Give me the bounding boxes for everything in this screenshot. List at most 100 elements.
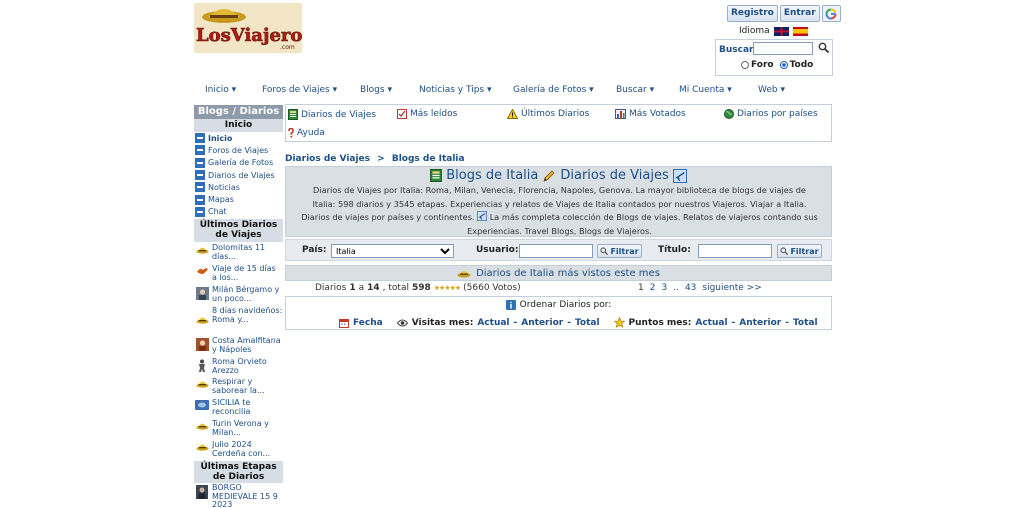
etapa-item[interactable]: BORGO MEDIEVALE 15 9 2023 bbox=[194, 483, 283, 508]
filtrar-usuario-button[interactable]: Filtrar bbox=[597, 244, 642, 258]
sidebar-item-foros[interactable]: Foros de Viajes bbox=[194, 144, 283, 156]
flag-uk-icon[interactable] bbox=[773, 26, 789, 36]
tab-ayuda[interactable]: Ayuda bbox=[288, 128, 325, 138]
votes-count: (5660 Votos) bbox=[463, 283, 521, 293]
diary-item[interactable]: Roma Orvieto Arezzo bbox=[194, 357, 283, 378]
order-title: Ordenar Diarios por: bbox=[519, 300, 612, 310]
total-value: 598 bbox=[411, 283, 431, 293]
sidebar-item-diarios[interactable]: Diarios de Viajes bbox=[194, 169, 283, 181]
page-1[interactable]: 1 bbox=[638, 283, 644, 293]
sidebar-item-inicio[interactable]: Inicio bbox=[194, 132, 283, 144]
visitas-anterior-link[interactable]: Anterior bbox=[521, 318, 563, 328]
sidebar-item-noticias[interactable]: Noticias bbox=[194, 181, 283, 193]
order-fecha-link[interactable]: Fecha bbox=[353, 318, 383, 328]
titulo-input[interactable] bbox=[698, 244, 772, 258]
search-icon[interactable] bbox=[818, 42, 830, 56]
diary-item[interactable]: Turin Verona y Milan... bbox=[194, 419, 283, 441]
sidebar-title: Blogs / Diarios bbox=[194, 105, 283, 119]
puntos-total-link[interactable]: Total bbox=[793, 318, 818, 328]
diary-item[interactable]: Respirar y saborear la... bbox=[194, 377, 283, 399]
page-2[interactable]: 2 bbox=[650, 283, 656, 293]
sidebar-item-label: Noticias bbox=[208, 182, 240, 192]
diary-item[interactable]: Costa Amalfitana y Nápoles bbox=[194, 336, 283, 358]
pais-select[interactable]: Italia bbox=[331, 244, 454, 258]
nav-blogs[interactable]: Blogs ▾ bbox=[360, 85, 392, 95]
diary-item[interactable]: SICILIA te reconcilia bbox=[194, 398, 283, 420]
square-icon bbox=[195, 194, 205, 205]
bar-chart-icon bbox=[615, 109, 626, 119]
pais-label: País: bbox=[302, 245, 327, 255]
puntos-anterior-link[interactable]: Anterior bbox=[739, 318, 781, 328]
flag-es-icon[interactable] bbox=[792, 26, 808, 36]
diary-item[interactable]: Viaje de 15 días a los... bbox=[194, 264, 283, 286]
hat-icon bbox=[195, 378, 209, 399]
diary-item[interactable]: Dolomitas 11 días... bbox=[194, 243, 283, 265]
radio-todo-label: Todo bbox=[789, 60, 814, 70]
help-icon bbox=[288, 128, 294, 138]
map-icon bbox=[195, 399, 209, 420]
breadcrumb-diarios[interactable]: Diarios de Viajes bbox=[285, 154, 370, 164]
nav-inicio[interactable]: Inicio ▾ bbox=[205, 85, 236, 95]
tab-mas-leidos[interactable]: Más leídos bbox=[397, 109, 457, 119]
page-ellipsis: .. bbox=[673, 283, 679, 293]
nav-foros[interactable]: Foros de Viajes ▾ bbox=[262, 85, 337, 95]
sidebar-item-mapas[interactable]: Mapas bbox=[194, 193, 283, 205]
google-login-button[interactable] bbox=[821, 5, 841, 22]
search-icon bbox=[780, 247, 789, 255]
search-input[interactable] bbox=[753, 42, 813, 55]
book-icon bbox=[430, 169, 443, 182]
tab-diarios-por-paises[interactable]: Diarios por países bbox=[724, 109, 818, 119]
visitas-total-link[interactable]: Total bbox=[575, 318, 600, 328]
radio-foro[interactable]: Foro bbox=[741, 60, 774, 70]
page-title-blogs: Blogs de Italia bbox=[446, 168, 539, 183]
diary-item[interactable]: 8 días navideños: Roma y... bbox=[194, 306, 283, 337]
diary-title: Costa Amalfitana y Nápoles bbox=[212, 336, 281, 354]
diary-item[interactable]: Milán Bérgamo y un poco... bbox=[194, 285, 283, 307]
hat-icon bbox=[195, 420, 209, 441]
sidebar-item-chat[interactable]: Chat bbox=[194, 206, 283, 218]
entrar-button[interactable]: Entrar bbox=[779, 5, 820, 22]
nav-buscar[interactable]: Buscar ▾ bbox=[616, 85, 654, 95]
tab-ultimos-diarios[interactable]: Últimos Diarios bbox=[507, 109, 589, 119]
nav-noticias[interactable]: Noticias y Tips ▾ bbox=[419, 85, 491, 95]
intro-line-3: Diarios de viajes por países y continent… bbox=[288, 211, 831, 225]
diary-item[interactable]: Julio 2024 Cerdeña con... bbox=[194, 440, 283, 461]
nav-galeria[interactable]: Galería de Fotos ▾ bbox=[513, 85, 594, 95]
sidebar-item-label: Inicio bbox=[208, 133, 233, 143]
plane-icon bbox=[672, 168, 687, 183]
range-from: 1 bbox=[349, 283, 356, 293]
puntos-mes-label: Puntos mes: bbox=[628, 317, 692, 328]
pagination: 1 2 3 .. 43 siguiente >> bbox=[638, 283, 762, 293]
square-icon bbox=[195, 157, 205, 168]
calendar-icon bbox=[339, 318, 349, 328]
site-logo[interactable]: LosViajeros .com bbox=[194, 3, 313, 53]
registro-button[interactable]: Registro bbox=[727, 5, 778, 22]
hat-icon bbox=[457, 270, 471, 278]
nav-web[interactable]: Web ▾ bbox=[758, 85, 785, 95]
visitas-mes-label: Visitas mes: bbox=[411, 317, 474, 328]
page-43[interactable]: 43 bbox=[685, 283, 696, 293]
diary-title: Dolomitas 11 días... bbox=[212, 243, 266, 261]
radio-foro-dot bbox=[741, 61, 749, 69]
filtrar-label: Filtrar bbox=[790, 246, 819, 256]
plane-icon bbox=[477, 211, 488, 222]
tab-mas-votados[interactable]: Más Votados bbox=[615, 109, 686, 119]
total-label: , total bbox=[382, 283, 409, 293]
page-3[interactable]: 3 bbox=[661, 283, 667, 293]
nav-mi-cuenta[interactable]: Mi Cuenta ▾ bbox=[679, 85, 732, 95]
page-title: Blogs de Italia Diarios de Viajes bbox=[286, 168, 831, 183]
usuario-input[interactable] bbox=[519, 244, 593, 258]
filtrar-titulo-button[interactable]: Filtrar bbox=[777, 244, 822, 258]
sidebar-item-label: Mapas bbox=[208, 195, 234, 205]
puntos-actual-link[interactable]: Actual bbox=[695, 318, 727, 328]
visitas-actual-link[interactable]: Actual bbox=[477, 318, 509, 328]
radio-todo[interactable]: Todo bbox=[779, 60, 814, 70]
breadcrumb-separator: > bbox=[377, 154, 385, 164]
next-page-link[interactable]: siguiente >> bbox=[702, 283, 761, 293]
tab-diarios-de-viajes[interactable]: Diarios de Viajes bbox=[288, 109, 376, 120]
breadcrumb-blogs-italia[interactable]: Blogs de Italia bbox=[392, 154, 465, 164]
diary-title: Milán Bérgamo y un poco... bbox=[212, 285, 280, 303]
bird-icon bbox=[195, 265, 209, 286]
sidebar-item-galeria[interactable]: Galería de Fotos bbox=[194, 157, 283, 169]
pencil-icon bbox=[543, 169, 555, 182]
